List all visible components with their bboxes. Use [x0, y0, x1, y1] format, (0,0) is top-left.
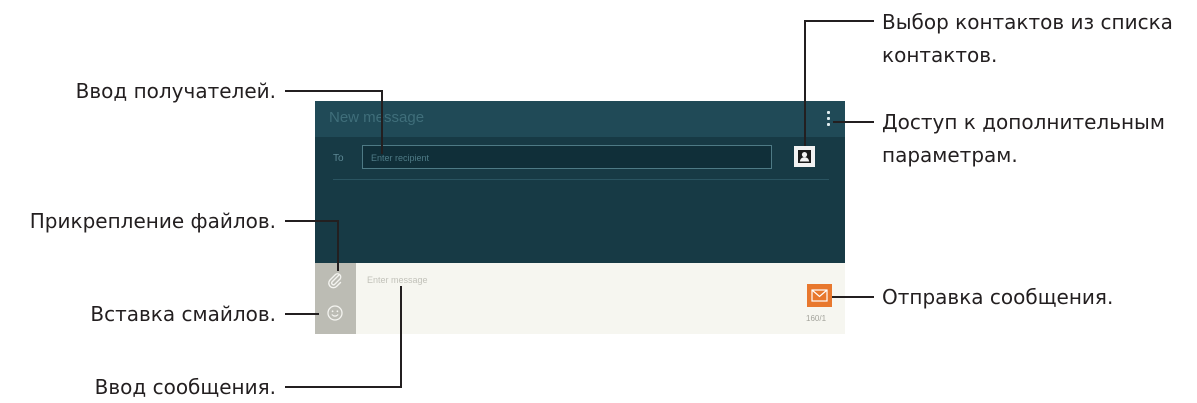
- leader-contacts-v: [804, 20, 806, 146]
- send-envelope-icon: [811, 289, 828, 302]
- callout-options-line1: Доступ к дополнительным: [882, 110, 1165, 134]
- callout-options-line2: параметрам.: [882, 143, 1018, 167]
- leader-attach-h: [285, 220, 338, 222]
- leader-message-h: [285, 386, 402, 388]
- more-options-icon[interactable]: [825, 111, 831, 127]
- callout-contacts: Выбор контактов из списка контактов.: [882, 8, 1173, 69]
- callout-send: Отправка сообщения.: [882, 285, 1114, 309]
- app-bar: New message: [315, 101, 845, 137]
- leader-message-v: [400, 286, 402, 388]
- leader-recipients-h: [285, 90, 382, 92]
- compose-bar: 160/1: [315, 263, 845, 334]
- message-input[interactable]: [365, 269, 789, 291]
- compose-message-screen: New message To Enter recipient Enter mes…: [315, 101, 845, 334]
- attach-button[interactable]: [325, 270, 345, 290]
- leader-attach-v: [337, 220, 339, 271]
- callout-message: Ввод сообщения.: [94, 375, 276, 399]
- tool-strip: [315, 263, 356, 334]
- divider: [333, 179, 829, 180]
- emoticon-button[interactable]: [325, 303, 345, 323]
- leader-contacts-h: [804, 20, 874, 22]
- callout-recipients: Ввод получателей.: [75, 79, 276, 103]
- leader-options-h: [833, 121, 874, 123]
- send-button[interactable]: [807, 284, 832, 307]
- recipient-input[interactable]: [363, 147, 771, 169]
- to-label: To: [333, 153, 344, 164]
- callout-contacts-line1: Выбор контактов из списка: [882, 10, 1173, 34]
- callout-contacts-line2: контактов.: [882, 43, 998, 67]
- callout-options: Доступ к дополнительным параметрам.: [882, 108, 1165, 169]
- contact-picker-button[interactable]: [794, 146, 815, 167]
- callout-emoticons: Вставка смайлов.: [90, 302, 276, 326]
- leader-recipients-v: [381, 90, 383, 154]
- contact-picker-icon: [798, 150, 811, 163]
- smiley-icon: [327, 305, 343, 321]
- leader-send-h: [832, 296, 874, 298]
- leader-emoticons-h: [285, 313, 319, 315]
- recipient-field-box: [362, 145, 772, 169]
- callout-attach-files: Прикрепление файлов.: [29, 209, 276, 233]
- character-counter: 160/1: [806, 314, 827, 323]
- paperclip-icon: [328, 273, 342, 289]
- screen-title: New message: [329, 109, 425, 126]
